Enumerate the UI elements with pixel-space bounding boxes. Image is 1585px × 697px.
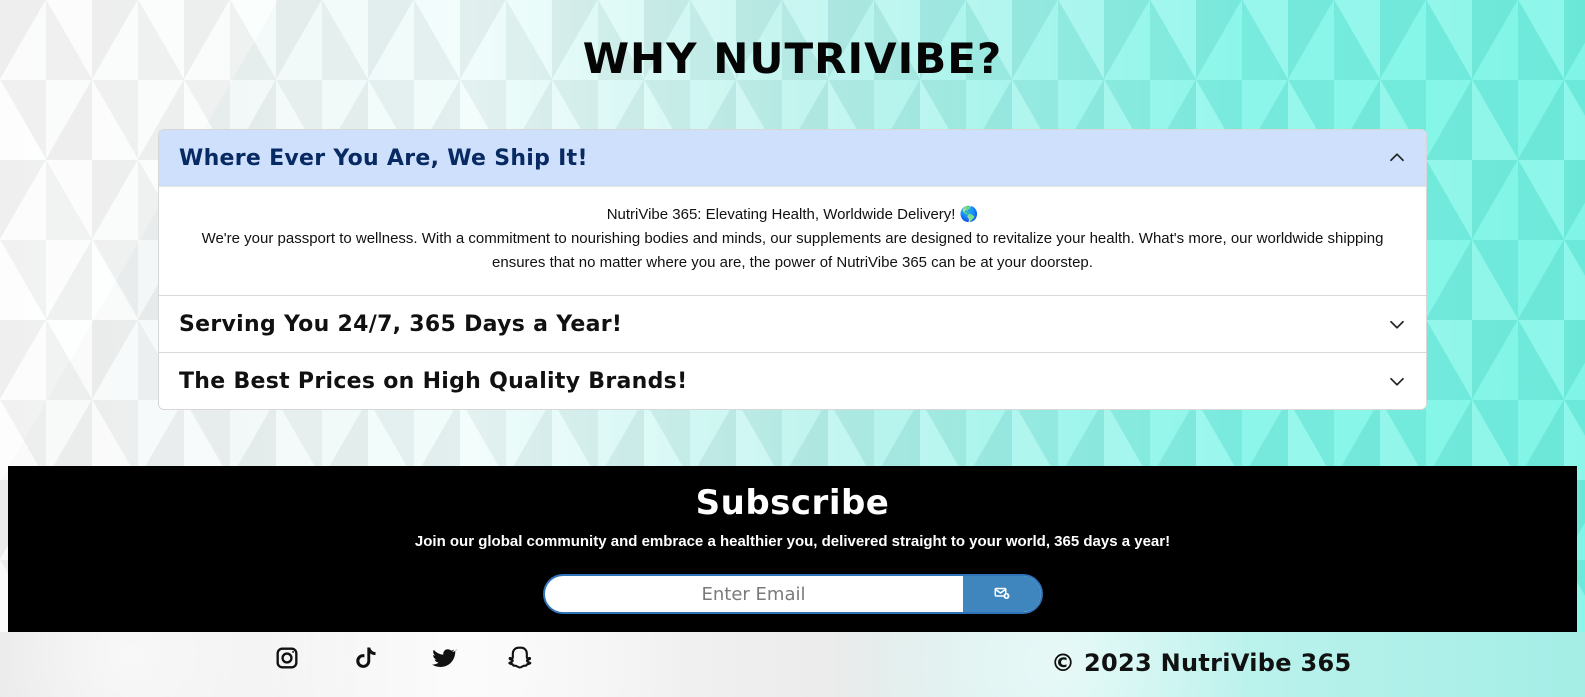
- faq-toggle-pricing[interactable]: The Best Prices on High Quality Brands!: [159, 353, 1426, 409]
- faq-title-service: Serving You 24/7, 365 Days a Year!: [179, 311, 623, 337]
- chevron-up-icon: [1388, 149, 1406, 167]
- faq-item-pricing: The Best Prices on High Quality Brands!: [159, 352, 1426, 409]
- chevron-down-icon: [1388, 315, 1406, 333]
- faq-body-text-shipping: We're your passport to wellness. With a …: [201, 230, 1384, 271]
- section-title: WHY NUTRIVIBE?: [582, 34, 1003, 83]
- subscribe-section: Subscribe Join our global community and …: [8, 466, 1577, 632]
- subscribe-title: Subscribe: [695, 483, 890, 523]
- chevron-down-icon: [1388, 372, 1406, 390]
- why-section: WHY NUTRIVIBE? Where Ever You Are, We Sh…: [0, 0, 1585, 410]
- tiktok-icon[interactable]: [350, 643, 380, 673]
- copyright-text: © 2023 NutriVibe 365: [1051, 649, 1352, 677]
- subscribe-button[interactable]: [962, 576, 1041, 612]
- faq-title-shipping: Where Ever You Are, We Ship It!: [179, 145, 588, 171]
- faq-toggle-service[interactable]: Serving You 24/7, 365 Days a Year!: [159, 296, 1426, 352]
- faq-item-service: Serving You 24/7, 365 Days a Year!: [159, 295, 1426, 352]
- subscribe-form: [542, 574, 1043, 614]
- faq-content-shipping: NutriVibe 365: Elevating Health, Worldwi…: [159, 186, 1426, 295]
- instagram-icon[interactable]: [272, 643, 302, 673]
- page: WHY NUTRIVIBE? Where Ever You Are, We Sh…: [0, 0, 1585, 697]
- snapchat-icon[interactable]: [506, 643, 536, 673]
- faq-item-shipping: Where Ever You Are, We Ship It! NutriVib…: [159, 130, 1426, 295]
- twitter-icon[interactable]: [428, 643, 458, 673]
- social-links: [272, 643, 536, 673]
- footer: © 2023 NutriVibe 365: [0, 632, 1585, 697]
- faq-accordion: Where Ever You Are, We Ship It! NutriVib…: [158, 129, 1427, 410]
- faq-toggle-shipping[interactable]: Where Ever You Are, We Ship It!: [159, 130, 1426, 186]
- faq-title-pricing: The Best Prices on High Quality Brands!: [179, 368, 688, 394]
- subscribe-description: Join our global community and embrace a …: [414, 533, 1171, 550]
- mail-send-icon: [993, 584, 1011, 605]
- faq-lead-shipping: NutriVibe 365: Elevating Health, Worldwi…: [606, 206, 979, 223]
- email-input[interactable]: [544, 576, 963, 612]
